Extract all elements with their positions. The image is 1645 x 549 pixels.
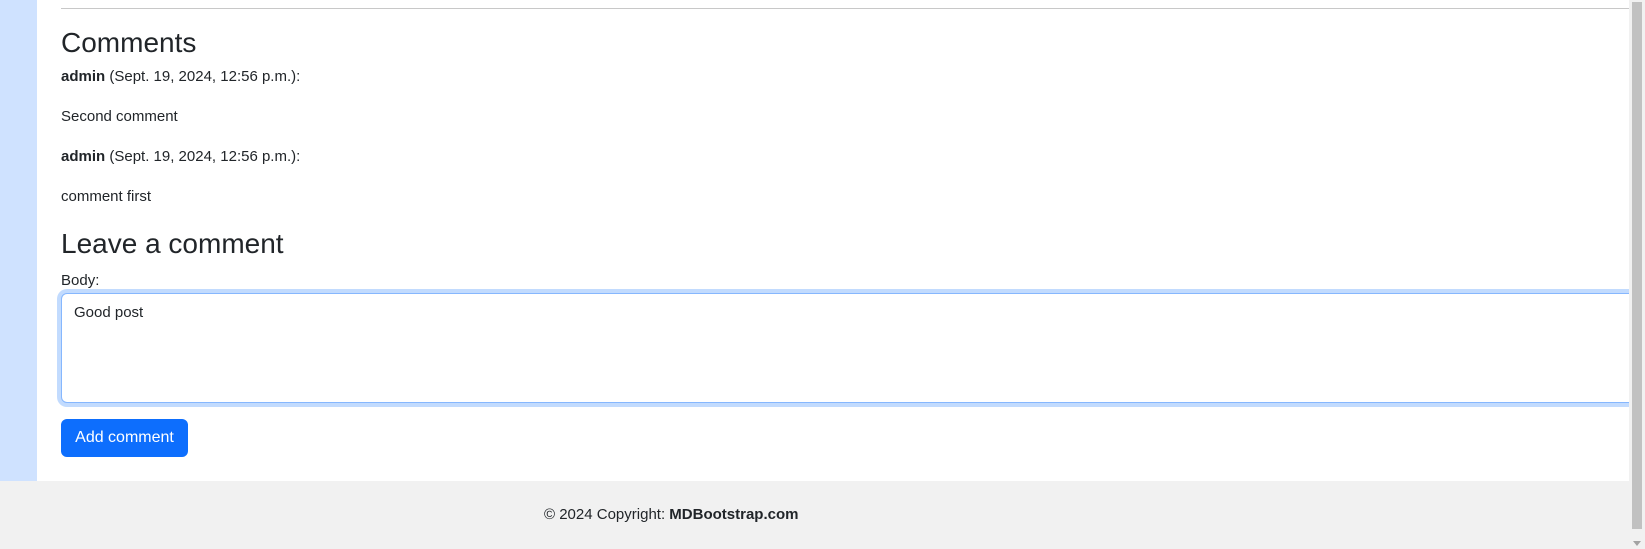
comment-meta: admin (Sept. 19, 2024, 12:56 p.m.): (61, 67, 300, 87)
vertical-scrollbar[interactable] (1629, 0, 1645, 549)
copyright-text: © 2024 Copyright: (544, 506, 670, 523)
comment-date: (Sept. 19, 2024, 12:56 p.m.): (105, 68, 301, 85)
comment-date: (Sept. 19, 2024, 12:56 p.m.): (105, 148, 301, 165)
comments-heading: Comments (61, 27, 197, 58)
main-content: Comments admin (Sept. 19, 2024, 12:56 p.… (37, 0, 1645, 481)
comment-body-textarea[interactable]: Good post (61, 293, 1645, 403)
add-comment-button[interactable]: Add comment (61, 419, 188, 457)
comment-body: comment first (61, 188, 152, 205)
section-divider (61, 8, 1645, 9)
leave-comment-heading: Leave a comment (61, 228, 284, 259)
footer-copyright: © 2024 Copyright: MDBootstrap.com (544, 505, 798, 525)
footer-brand-link[interactable]: MDBootstrap.com (669, 506, 798, 523)
scroll-down-arrow-icon[interactable] (1633, 541, 1641, 546)
comment-body: Second comment (61, 108, 178, 125)
comment-author: admin (61, 148, 106, 165)
comment-author: admin (61, 68, 106, 85)
scrollbar-thumb[interactable] (1632, 2, 1642, 529)
footer: © 2024 Copyright: MDBootstrap.com (0, 481, 1629, 549)
body-label: Body: (61, 272, 100, 289)
left-sidebar-strip (0, 0, 37, 481)
comment-meta: admin (Sept. 19, 2024, 12:56 p.m.): (61, 147, 300, 167)
